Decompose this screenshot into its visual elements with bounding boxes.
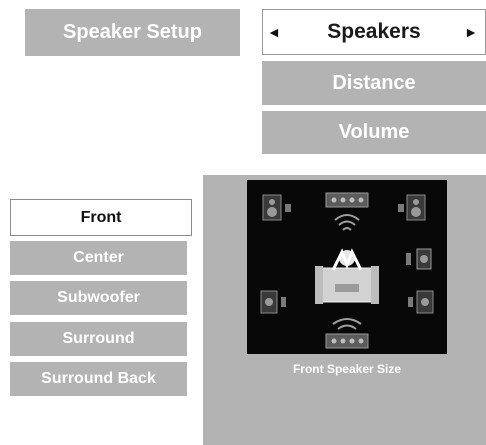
speaker-item-label: Subwoofer xyxy=(57,289,140,306)
tab-volume-label: Volume xyxy=(338,121,410,143)
tab-distance-label: Distance xyxy=(332,71,416,94)
speaker-item-surround[interactable]: Surround xyxy=(10,322,187,356)
subwoofer-icon xyxy=(406,248,432,270)
preview-caption: Front Speaker Size xyxy=(292,362,402,376)
speaker-item-label: Front xyxy=(80,208,122,226)
next-arrow-icon[interactable]: ► xyxy=(464,24,478,40)
speaker-item-subwoofer[interactable]: Subwoofer xyxy=(10,281,187,315)
speaker-item-center[interactable]: Center xyxy=(10,241,187,275)
page-title: Speaker Setup xyxy=(25,9,240,56)
page-title-label: Speaker Setup xyxy=(63,21,202,43)
prev-arrow-icon[interactable]: ◄ xyxy=(267,24,281,40)
speaker-item-surround-back[interactable]: Surround Back xyxy=(10,362,187,396)
speaker-layout-diagram xyxy=(247,180,447,354)
speaker-item-label: Surround xyxy=(62,330,135,347)
speaker-item-label: Center xyxy=(73,249,124,266)
front-left-speaker-icon xyxy=(262,194,291,221)
tab-volume[interactable]: Volume xyxy=(262,111,486,154)
tab-speakers[interactable]: ◄ Speakers ► xyxy=(262,9,486,55)
speaker-item-label: Surround Back xyxy=(41,370,156,387)
surround-back-speaker-icon xyxy=(325,318,369,349)
surround-right-speaker-icon xyxy=(408,290,434,314)
surround-left-speaker-icon xyxy=(260,290,286,314)
tab-distance[interactable]: Distance xyxy=(262,61,486,105)
tab-speakers-label: Speakers xyxy=(327,20,421,43)
speaker-item-front[interactable]: Front xyxy=(10,199,192,236)
listener-sofa-icon xyxy=(315,248,379,304)
center-speaker-icon xyxy=(325,192,369,231)
front-right-speaker-icon xyxy=(398,194,426,221)
